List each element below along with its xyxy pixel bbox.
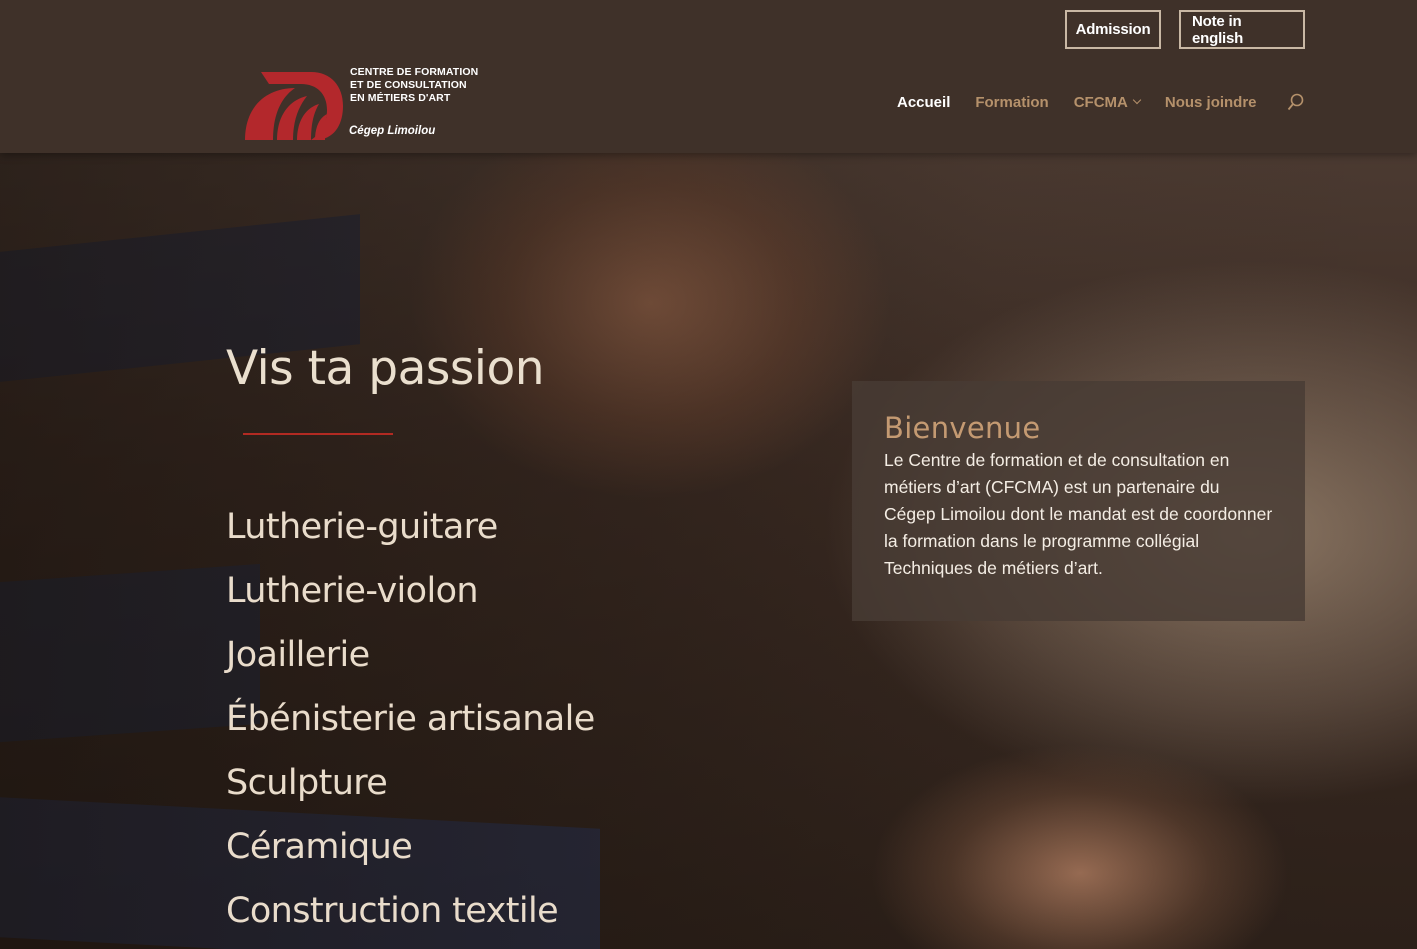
program-link[interactable]: Lutherie-violon <box>226 559 595 623</box>
program-link[interactable]: Lutherie-guitare <box>226 495 595 559</box>
admission-button[interactable]: Admission <box>1065 10 1161 49</box>
program-link[interactable]: Sculpture <box>226 751 595 815</box>
welcome-title: Bienvenue <box>884 411 1041 445</box>
nav-item-formation[interactable]: Formation <box>975 94 1048 111</box>
program-link[interactable]: Ébénisterie artisanale <box>226 687 595 751</box>
logo-wordmark: CENTRE DE FORMATION ET DE CONSULTATION E… <box>350 66 478 105</box>
program-list: Lutherie-guitare Lutherie-violon Joaille… <box>226 495 595 943</box>
nav-label: CFCMA <box>1073 93 1128 111</box>
logo-line-2: ET DE CONSULTATION <box>350 79 467 91</box>
hero-title: Vis ta passion <box>226 341 544 396</box>
nav-item-cfcma[interactable]: CFCMA <box>1073 93 1142 111</box>
nav-label: Formation <box>975 93 1049 111</box>
nav-label: Nous joindre <box>1164 93 1257 111</box>
welcome-panel: Bienvenue Le Centre de formation et de c… <box>852 381 1305 621</box>
welcome-text: Le Centre de formation et de consultatio… <box>884 450 1273 578</box>
search-icon[interactable] <box>1287 93 1305 111</box>
nav-item-nous-joindre[interactable]: Nous joindre <box>1165 94 1257 111</box>
english-note-button[interactable]: Note in english <box>1179 10 1305 49</box>
program-link[interactable]: Céramique <box>226 815 595 879</box>
logo-line-1: CENTRE DE FORMATION <box>350 66 479 78</box>
logo-line-3: EN MÉTIERS D'ART <box>350 92 451 104</box>
hero-section: Vis ta passion Lutherie-guitare Lutherie… <box>0 153 1417 949</box>
site-logo[interactable]: CENTRE DE FORMATION ET DE CONSULTATION E… <box>243 62 478 144</box>
chevron-down-icon <box>1132 95 1142 105</box>
main-nav: Accueil Formation CFCMA Nous joindre <box>897 91 1282 113</box>
site-header: Admission Note in english CENTRE DE FORM… <box>0 0 1417 153</box>
program-link[interactable]: Joaillerie <box>226 623 595 687</box>
logo-subtitle: Cégep Limoilou <box>349 125 436 137</box>
nav-label: Accueil <box>897 93 951 111</box>
program-link[interactable]: Construction textile <box>226 879 595 943</box>
cfcma-logo-mark <box>245 72 343 140</box>
hero-divider <box>243 433 393 435</box>
nav-item-accueil[interactable]: Accueil <box>897 94 950 111</box>
